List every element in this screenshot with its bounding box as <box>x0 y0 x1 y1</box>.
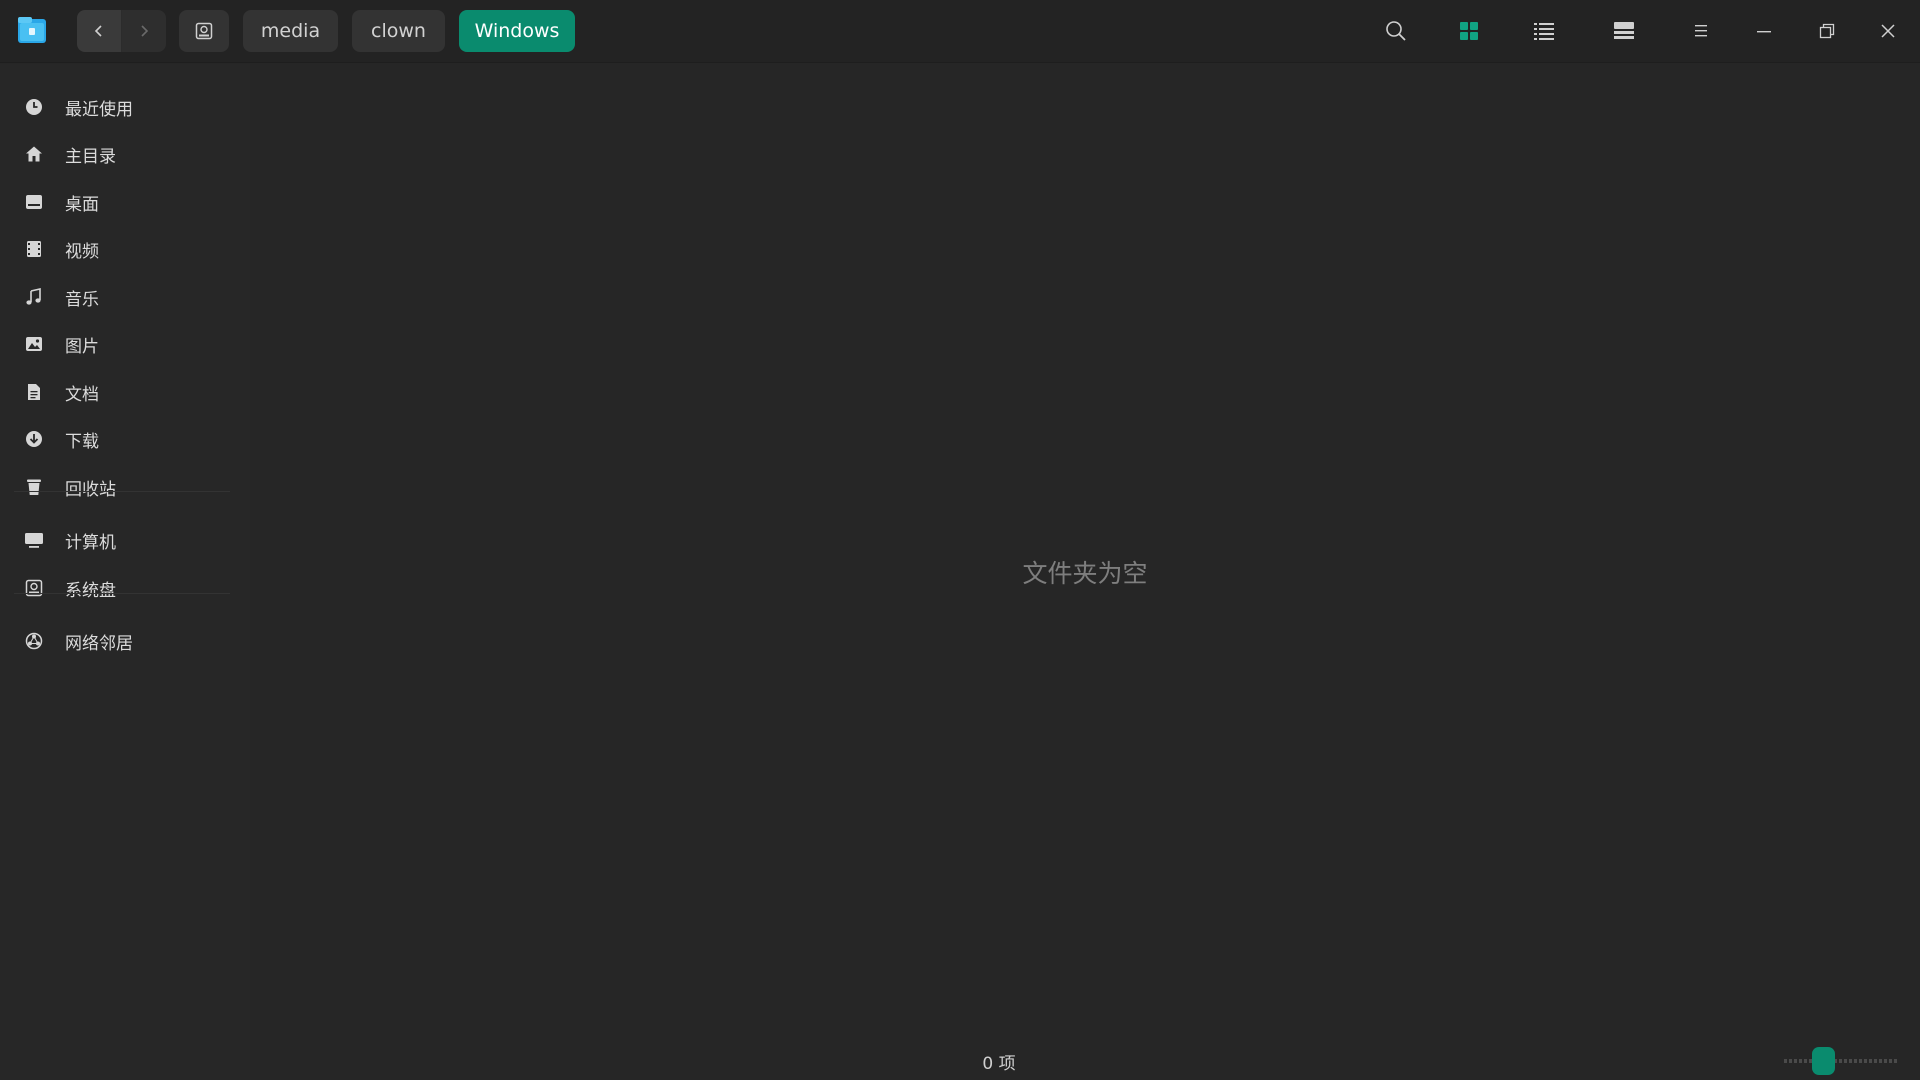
minimize-button[interactable] <box>1749 16 1779 46</box>
sidebar-item-system-disk[interactable]: 系统盘 <box>14 568 230 608</box>
status-bar: 0 项 <box>250 1045 1920 1075</box>
breadcrumb-disk[interactable] <box>179 10 229 52</box>
sidebar-item-label: 最近使用 <box>65 99 133 120</box>
sidebar-item-label: 回收站 <box>65 479 116 500</box>
sidebar-item-recent[interactable]: 最近使用 <box>14 87 230 127</box>
file-manager-logo-icon <box>16 14 48 46</box>
grid-view-icon <box>1460 22 1478 40</box>
search-icon <box>1386 21 1406 41</box>
sidebar-item-network[interactable]: 网络邻居 <box>14 621 230 661</box>
sidebar-item-label: 文档 <box>65 384 99 405</box>
home-icon <box>23 143 45 165</box>
sidebar-item-label: 桌面 <box>65 194 99 215</box>
sidebar-item-computer[interactable]: 计算机 <box>14 520 230 560</box>
clock-icon <box>23 96 45 118</box>
sidebar-item-home[interactable]: 主目录 <box>14 134 230 174</box>
chevron-left-icon <box>94 25 102 37</box>
sidebar-item-music[interactable]: 音乐 <box>14 277 230 317</box>
network-icon <box>23 630 45 652</box>
breadcrumb-clown[interactable]: clown <box>352 10 445 52</box>
list-view-button[interactable] <box>1529 16 1559 46</box>
search-button[interactable] <box>1381 16 1411 46</box>
sidebar-item-trash[interactable]: 回收站 <box>14 467 230 507</box>
sidebar-item-label: 系统盘 <box>65 580 116 601</box>
music-icon <box>23 286 45 308</box>
hamburger-menu-icon <box>1695 25 1707 37</box>
sidebar-item-downloads[interactable]: 下载 <box>14 419 230 459</box>
item-count: 0 项 <box>982 1054 1016 1074</box>
disk-icon <box>23 577 45 599</box>
desktop-icon <box>23 191 45 213</box>
sidebar-divider <box>14 491 230 492</box>
sidebar-item-documents[interactable]: 文档 <box>14 372 230 412</box>
disk-icon <box>195 22 213 40</box>
trash-icon <box>23 476 45 498</box>
computer-icon <box>23 529 45 551</box>
zoom-slider-track[interactable] <box>1784 1059 1899 1063</box>
minimize-icon <box>1757 31 1771 33</box>
title-bar: media clown Windows <box>0 0 1920 63</box>
file-view-area[interactable]: 文件夹为空 <box>250 64 1920 1080</box>
sidebar-item-label: 下载 <box>65 431 99 452</box>
navigation-buttons <box>77 10 166 52</box>
chevron-right-icon <box>141 25 148 37</box>
picture-icon <box>23 333 45 355</box>
detail-panel-icon <box>1614 22 1634 39</box>
sidebar-item-label: 网络邻居 <box>65 633 133 654</box>
sidebar-item-label: 视频 <box>65 241 99 262</box>
back-button[interactable] <box>77 10 122 52</box>
forward-button[interactable] <box>121 10 166 52</box>
download-icon <box>23 428 45 450</box>
sidebar: 最近使用 主目录 桌面 视频 音乐 图片 文档 下载 回收站 计算机 系统盘 网… <box>0 64 250 1080</box>
sidebar-item-label: 图片 <box>65 336 99 357</box>
detail-panel-button[interactable] <box>1609 16 1639 46</box>
list-view-icon <box>1534 23 1554 40</box>
breadcrumb-media[interactable]: media <box>243 10 338 52</box>
empty-folder-message: 文件夹为空 <box>1022 559 1148 588</box>
sidebar-item-label: 计算机 <box>65 532 116 553</box>
icon-view-button[interactable] <box>1454 16 1484 46</box>
sidebar-item-label: 音乐 <box>65 289 99 310</box>
close-icon <box>1881 24 1895 38</box>
breadcrumb-windows[interactable]: Windows <box>459 10 575 52</box>
video-icon <box>23 238 45 260</box>
sidebar-item-videos[interactable]: 视频 <box>14 229 230 269</box>
sidebar-item-desktop[interactable]: 桌面 <box>14 182 230 222</box>
restore-button[interactable] <box>1812 16 1842 46</box>
sidebar-divider <box>14 593 230 594</box>
restore-icon <box>1819 23 1835 39</box>
sidebar-item-label: 主目录 <box>65 146 116 167</box>
zoom-slider-handle[interactable] <box>1811 1047 1835 1075</box>
sidebar-item-pictures[interactable]: 图片 <box>14 324 230 364</box>
close-button[interactable] <box>1873 16 1903 46</box>
main-menu-button[interactable] <box>1686 16 1716 46</box>
document-icon <box>23 381 45 403</box>
